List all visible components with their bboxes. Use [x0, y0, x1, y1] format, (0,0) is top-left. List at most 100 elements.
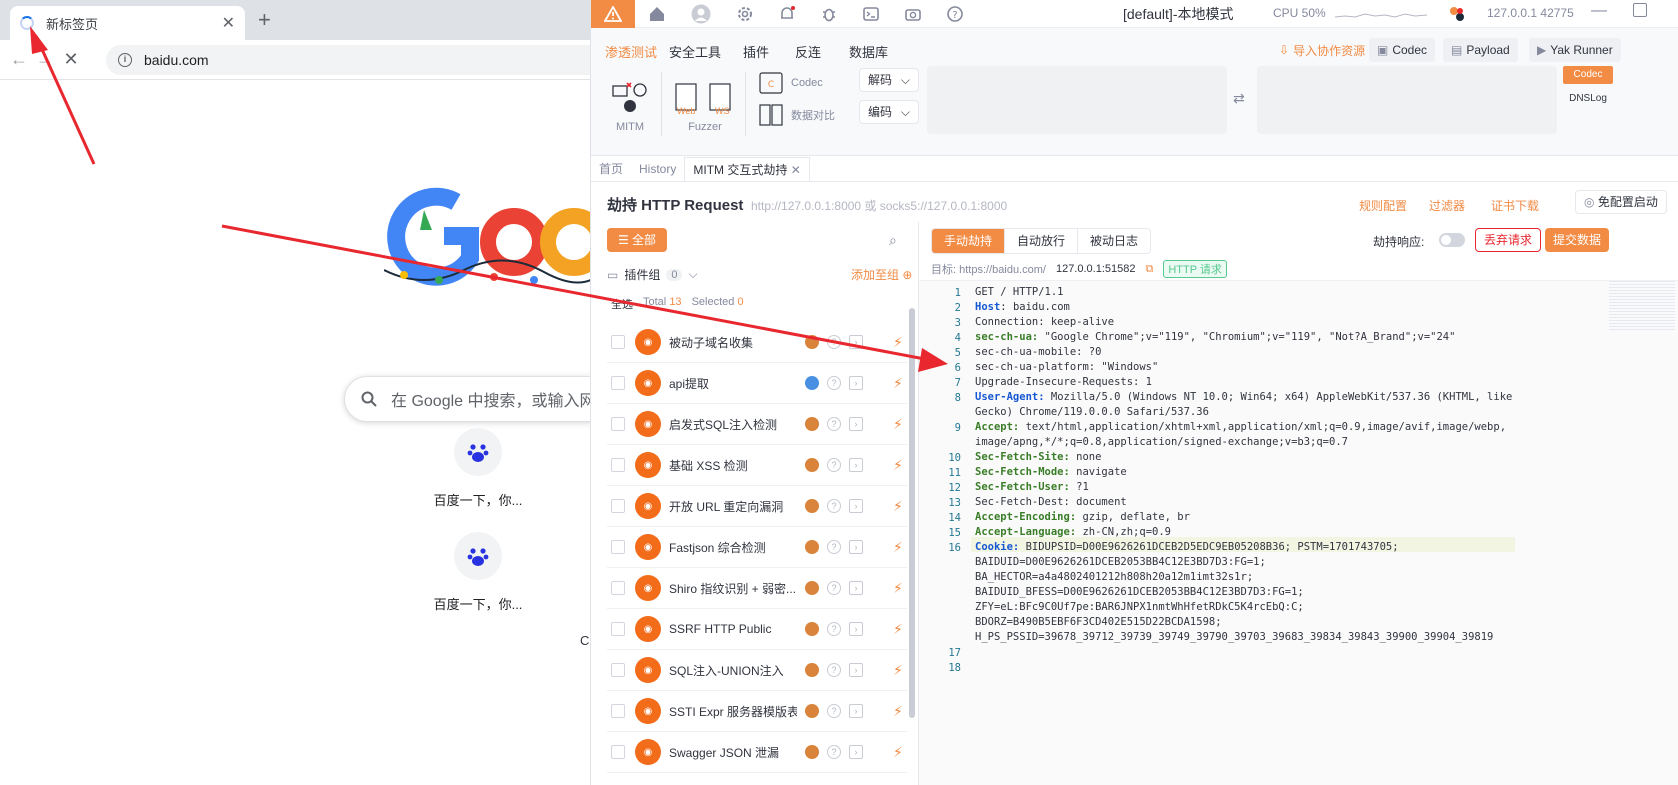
plugin-checkbox[interactable] — [611, 745, 625, 759]
help-icon[interactable]: ? — [827, 663, 841, 677]
plugin-row[interactable]: ◉ Fastjson 综合检测? › ⚡ — [607, 527, 907, 568]
menu-tab-tools[interactable]: 安全工具 — [669, 42, 721, 61]
codec-input-box[interactable] — [927, 66, 1227, 134]
encode-dropdown[interactable]: 编码 ⌵ — [859, 100, 919, 124]
plugin-row[interactable]: ◉ SSRF HTTP Public? › ⚡ — [607, 609, 907, 650]
fuzzer-tool[interactable]: Web WS Fuzzer — [667, 80, 743, 133]
plugin-checkbox[interactable] — [611, 376, 625, 390]
plugin-row[interactable]: ◉ Shiro 指纹识别 + 弱密...? › ⚡ — [607, 568, 907, 609]
terminal-icon[interactable]: › — [849, 581, 863, 595]
camera-icon[interactable] — [903, 4, 923, 24]
codec-shortcut-button[interactable]: ▣ Codec — [1369, 38, 1436, 62]
maximize-icon[interactable] — [1633, 3, 1647, 17]
swap-icon[interactable]: ⇄ — [1233, 90, 1245, 107]
plugin-row[interactable]: ◉ 启发式SQL注入检测? › ⚡ — [607, 404, 907, 445]
code-line[interactable]: Accept-Encoding: gzip, deflate, br — [975, 510, 1190, 525]
code-line[interactable]: Cookie: BIDUPSID=D00E9626261DCEB2D5EDC9E… — [975, 540, 1399, 555]
code-line[interactable]: BAIDUID=D00E9626261DCEB2053BB4C12E3BD7D3… — [975, 555, 1266, 570]
plugin-row[interactable]: ◉ 开放 URL 重定向漏洞? › ⚡ — [607, 486, 907, 527]
code-line[interactable]: BDORZ=B490B5EBF6F3CD402E515D22BCDA1598; — [975, 615, 1222, 630]
plugin-row[interactable]: ◉ Swagger JSON 泄漏? › ⚡ — [607, 732, 907, 773]
settings-icon[interactable] — [735, 4, 755, 24]
search-placeholder[interactable]: 在 Google 中搜索，或输入网址 — [391, 387, 612, 411]
execute-lightning-icon[interactable]: ⚡ — [893, 621, 903, 638]
tab-home[interactable]: 首页 — [591, 157, 631, 181]
execute-lightning-icon[interactable]: ⚡ — [893, 662, 903, 679]
plugin-checkbox[interactable] — [611, 540, 625, 554]
code-line[interactable]: Sec-Fetch-Dest: document — [975, 495, 1127, 510]
terminal-icon[interactable] — [861, 4, 881, 24]
engine-logo-icon[interactable] — [1447, 4, 1467, 24]
filter-link[interactable]: 过滤器 — [1429, 197, 1465, 214]
free-config-start-button[interactable]: ◎ 免配置启动 — [1575, 190, 1667, 214]
execute-lightning-icon[interactable]: ⚡ — [893, 375, 903, 392]
forward-icon[interactable]: → — [32, 49, 58, 70]
terminal-icon[interactable]: › — [849, 499, 863, 513]
plugin-checkbox[interactable] — [611, 499, 625, 513]
menu-tab-database[interactable]: 数据库 — [849, 42, 888, 61]
address-bar[interactable]: i baidu.com — [106, 45, 606, 75]
plugin-row[interactable]: ◉ SSTI Expr 服务器模版表...? › ⚡ — [607, 691, 907, 732]
plugin-checkbox[interactable] — [611, 663, 625, 677]
plugin-row[interactable]: ◉ api提取? › ⚡ — [607, 363, 907, 404]
help-icon[interactable]: ? — [827, 581, 841, 595]
menu-tab-reverse[interactable]: 反连 — [795, 42, 821, 61]
execute-lightning-icon[interactable]: ⚡ — [893, 580, 903, 597]
warning-icon[interactable] — [591, 0, 635, 28]
tab-mitm[interactable]: MITM 交互式劫持 ✕ — [684, 157, 810, 181]
notification-bell-icon[interactable] — [777, 4, 797, 24]
code-line[interactable]: sec-ch-ua-platform: "Windows" — [975, 360, 1158, 375]
copy-icon[interactable]: ⧉ — [1145, 263, 1153, 276]
code-line[interactable]: User-Agent: Mozilla/5.0 (Windows NT 10.0… — [975, 390, 1512, 405]
execute-lightning-icon[interactable]: ⚡ — [893, 703, 903, 720]
import-collab-button[interactable]: ⇩ 导入协作资源 — [1271, 38, 1373, 62]
execute-lightning-icon[interactable]: ⚡ — [893, 744, 903, 761]
code-line[interactable]: GET / HTTP/1.1 — [975, 285, 1064, 300]
code-line[interactable]: Accept-Language: zh-CN,zh;q=0.9 — [975, 525, 1171, 540]
plugin-checkbox[interactable] — [611, 581, 625, 595]
hijack-response-toggle[interactable] — [1439, 233, 1465, 247]
yak-runner-button[interactable]: ▶ Yak Runner — [1529, 38, 1621, 62]
bug-icon[interactable] — [819, 4, 839, 24]
execute-lightning-icon[interactable]: ⚡ — [893, 539, 903, 556]
code-line[interactable]: Upgrade-Insecure-Requests: 1 — [975, 375, 1152, 390]
plugin-checkbox[interactable] — [611, 458, 625, 472]
execute-lightning-icon[interactable]: ⚡ — [893, 457, 903, 474]
browser-tab[interactable]: 新标签页 ✕ — [10, 6, 245, 40]
google-doodle[interactable] — [384, 180, 604, 300]
all-plugins-button[interactable]: ☰ 全部 — [607, 228, 667, 252]
code-line[interactable]: Accept: text/html,application/xhtml+xml,… — [975, 420, 1506, 435]
back-icon[interactable]: ← — [6, 49, 32, 70]
side-tag-codec[interactable]: Codec — [1563, 66, 1613, 84]
help-icon[interactable]: ? — [827, 622, 841, 636]
add-to-group-button[interactable]: 添加至组 ⊕ — [851, 266, 912, 283]
plugin-row[interactable]: ◉ 被动子域名收集? › ⚡ — [607, 322, 907, 363]
plugin-group-selector[interactable]: ▭ 插件组 0 ⌵ — [607, 266, 698, 283]
code-line[interactable]: Sec-Fetch-Site: none — [975, 450, 1101, 465]
code-line[interactable]: BA_HECTOR=a4a4802401212h808h20a12m1imt32… — [975, 570, 1253, 585]
code-line[interactable]: Sec-Fetch-User: ?1 — [975, 480, 1089, 495]
code-line[interactable]: sec-ch-ua-mobile: ?0 — [975, 345, 1101, 360]
terminal-icon[interactable]: › — [849, 376, 863, 390]
help-icon[interactable]: ? — [945, 4, 965, 24]
terminal-icon[interactable]: › — [849, 458, 863, 472]
terminal-icon[interactable]: › — [849, 335, 863, 349]
shortcut-baidu-1[interactable]: 百度一下，你... — [418, 428, 538, 509]
help-icon[interactable]: ? — [827, 499, 841, 513]
manual-hijack-button[interactable]: 手动劫持 — [932, 229, 1005, 253]
code-line[interactable]: H_PS_PSSID=39678_39712_39739_39749_39790… — [975, 630, 1493, 645]
help-icon[interactable]: ? — [827, 458, 841, 472]
code-line[interactable]: BAIDUID_BFESS=D00E9626261DCEB2053BB4C12E… — [975, 585, 1304, 600]
stop-icon[interactable]: ✕ — [58, 49, 84, 70]
passive-log-button[interactable]: 被动日志 — [1077, 229, 1150, 253]
code-line[interactable]: Sec-Fetch-Mode: navigate — [975, 465, 1127, 480]
code-line[interactable]: image/apng,*/*;q=0.8,application/signed-… — [975, 435, 1348, 450]
discard-request-button[interactable]: 丢弃请求 — [1475, 228, 1542, 252]
plugin-checkbox[interactable] — [611, 335, 625, 349]
menu-tab-pentest[interactable]: 渗透测试 — [605, 42, 657, 61]
code-line[interactable]: Gecko) Chrome/119.0.0.0 Safari/537.36 — [975, 405, 1209, 420]
code-line[interactable]: Connection: keep-alive — [975, 315, 1114, 330]
close-tab-icon[interactable]: ✕ — [222, 13, 235, 33]
shortcut-baidu-2[interactable]: 百度一下，你... — [418, 532, 538, 613]
terminal-icon[interactable]: › — [849, 622, 863, 636]
